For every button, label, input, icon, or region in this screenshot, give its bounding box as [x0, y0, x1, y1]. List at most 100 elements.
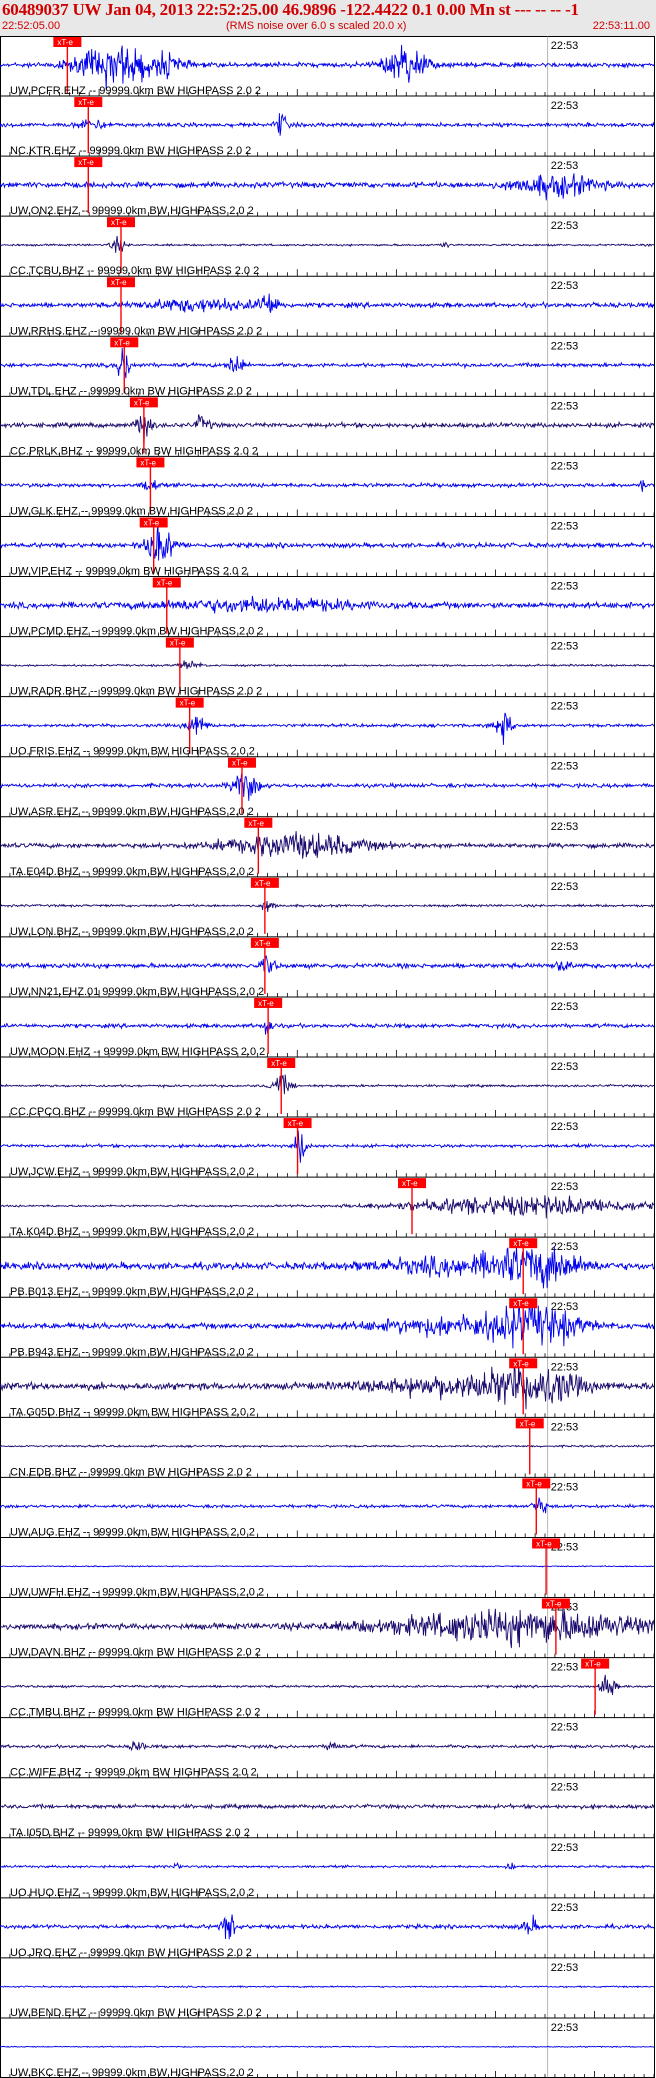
trace-row-19: 22:53 xT-e TA.K04D.BHZ -- 99999.0km BW HIG… [0, 1178, 655, 1238]
waveform-trace [0, 900, 654, 912]
station-label: UW.PCFR.EHZ -- 99999.0km BW HIGHPASS 2.0… [10, 85, 261, 97]
trace-row-1: 22:53 xT-e NC.KTR.EHZ -- 99999.0km BW HIGH… [0, 97, 655, 157]
waveform-trace [0, 293, 655, 313]
trace-row-12: 22:53 xT-e UW.ASR.EHZ -- 99999.0km BW HIGH… [0, 757, 655, 818]
pick-label: xT-e [111, 218, 127, 227]
trace-row-4: 22:53 xT-e UW.RRHS.EHZ -- 99999.0km BW HIG… [0, 277, 655, 337]
pick-label: xT-e [520, 1419, 536, 1428]
rms-subtitle: (RMS noise over 6.0 s scaled 20.0 x) [226, 20, 407, 32]
station-label: UW.TDL.EHZ -- 99999.0km BW HIGHPASS 2.0 … [10, 385, 252, 397]
trace-row-5: 22:53 xT-e UW.TDL.EHZ -- 99999.0km BW HIGH… [0, 337, 655, 397]
station-label: UW.RADR.BHZ -- 99999.0km BW HIGHPASS 2.0… [10, 686, 262, 698]
station-label: UW.DAVN.BHZ -- 99999.0km BW HIGHPASS 2.0… [10, 1647, 261, 1659]
trace-row-27: 22:53 xT-e CC.TMBU.BHZ -- 99999.0km BW HIG… [0, 1658, 655, 1719]
minute-label: 22:53 [551, 1842, 579, 1854]
waveform-trace [0, 173, 655, 201]
waveform-trace [0, 414, 655, 448]
station-label: UW.LON.BHZ -- 99999.0km BW HIGHPASS 2.0 … [10, 926, 254, 938]
station-label: PB.B013.EHZ -- 99999.0km BW HIGHPASS 2.0… [10, 1286, 254, 1298]
pick-label: xT-e [248, 819, 264, 828]
minute-label: 22:53 [551, 761, 579, 773]
station-label: UW.ON2.EHZ -- 99999.0km BW HIGHPASS 2.0 … [10, 205, 254, 217]
trace-row-23: 22:53 xT-e CN.EDB.BHZ -- 99999.0km BW HIGH… [0, 1418, 655, 1478]
minute-label: 22:53 [551, 641, 579, 653]
minute-label: 22:53 [551, 460, 579, 472]
trace-row-14: 22:53 xT-e UW.LON.BHZ -- 99999.0km BW HIGH… [0, 877, 655, 938]
pick-label: xT-e [57, 38, 73, 47]
pick-label: xT-e [585, 1660, 601, 1669]
station-label: UO.FRIS.EHZ -- 99999.0km BW HIGHPASS 2.0… [10, 746, 255, 758]
station-label: TA.E04D.BHZ -- 99999.0km BW HIGHPASS 2.0… [10, 866, 254, 878]
station-label: UW.VIP.EHZ -- 99999.0km BW HIGHPASS 2.0 … [10, 566, 247, 578]
waveform-trace [0, 113, 655, 136]
minute-label: 22:53 [551, 400, 579, 412]
minute-label: 22:53 [551, 1782, 579, 1794]
waveform-trace [0, 347, 655, 379]
pick-label: xT-e [157, 579, 173, 588]
waveform-trace [0, 1564, 655, 1568]
trace-row-9: 22:53 xT-e UW.PCMD.EHZ -- 99999.0km BW HIG… [0, 577, 655, 638]
waveform-trace [0, 831, 655, 859]
station-label: NC.KTR.EHZ -- 99999.0km BW HIGHPASS 2.0 … [10, 145, 251, 157]
pick-label: xT-e [513, 1299, 529, 1308]
minute-label: 22:53 [551, 821, 579, 833]
station-label: UW.UWFH.EHZ -- 99999.0km BW HIGHPASS 2.0… [10, 1587, 264, 1599]
waveform-trace [0, 660, 655, 670]
pick-label: xT-e [513, 1359, 529, 1368]
station-label: UW.GLK.EHZ -- 99999.0km BW HIGHPASS 2.0 … [10, 505, 253, 517]
minute-label: 22:53 [551, 1722, 579, 1734]
trace-row-15: 22:53 xT-e UW.NN21.EHZ.01 99999.0km BW HIG… [0, 937, 655, 998]
minute-label: 22:53 [551, 701, 579, 713]
waveform-trace [0, 1861, 655, 1870]
minute-label: 22:53 [551, 1121, 579, 1133]
trace-row-3: 22:53 xT-e CC.TCBU.BHZ -- 99999.0km BW HIG… [0, 217, 655, 277]
pick-label: xT-e [134, 398, 150, 407]
station-label: UW.MOON.EHZ -- 99999.0km BW HIGHPASS 2.0… [10, 1046, 265, 1058]
trace-row-26: 22:53xT-eUW.DAVN.BHZ -- 99999.0km BW HIG… [0, 1598, 655, 1659]
header-bar: 60489037 UW Jan 04, 2013 22:52:25.00 46.… [0, 0, 656, 36]
trace-row-21: 22:53xT-ePB.B943.EHZ -- 99999.0km BW HIG… [0, 1298, 655, 1358]
trace-row-28: 22:53 CC.WIFE.BHZ -- 99999.0km BW HIGHPAS… [0, 1722, 655, 1779]
station-label: UW.BEND.EHZ -- 99999.0km BW HIGHPASS 2.0… [10, 2007, 262, 2019]
minute-label: 22:53 [551, 280, 579, 292]
trace-row-20: 22:53xT-ePB.B013.EHZ -- 99999.0km BW HIG… [0, 1238, 655, 1298]
station-label: CC.WIFE.BHZ -- 99999.0km BW HIGHPASS 2.0… [10, 1767, 257, 1779]
waveform-trace [0, 1674, 655, 1696]
seismogram-plot: 22:53xT-eUW.PCFR.EHZ -- 99999.0km BW HIG… [0, 36, 655, 2078]
trace-row-11: 22:53 xT-e UO.FRIS.EHZ -- 99999.0km BW HIG… [0, 697, 655, 758]
waveform-trace [0, 1741, 655, 1752]
minute-label: 22:53 [551, 1662, 579, 1674]
station-label: UW.RRHS.EHZ -- 99999.0km BW HIGHPASS 2.0… [10, 325, 262, 337]
waveform-trace [0, 235, 655, 253]
minute-label: 22:53 [551, 100, 579, 112]
trace-row-8: 22:53 xT-e UW.VIP.EHZ -- 99999.0km BW HIGH… [0, 517, 655, 578]
minute-label: 22:53 [551, 941, 579, 953]
station-label: UW.BKC.EHZ -- 99999.0km BW HIGHPASS 2.0 … [10, 2067, 254, 2078]
end-time: 22:53:11.00 [592, 20, 650, 32]
station-label: CC.TMBU.BHZ -- 99999.0km BW HIGHPASS 2.0… [10, 1707, 260, 1719]
trace-row-30: 22:53 UO.HUO.EHZ -- 99999.0km BW HIGHPASS… [0, 1842, 655, 1899]
waveform-trace [0, 1802, 655, 1811]
station-label: UW.AUG.EHZ -- 99999.0km BW HIGHPASS 2.0 … [10, 1526, 255, 1538]
station-label: UW.PCMD.EHZ -- 99999.0km BW HIGHPASS 2.0… [10, 626, 263, 638]
station-label: CC.PRLK.BHZ -- 99999.0km BW HIGHPASS 2.0… [10, 445, 258, 457]
pick-label: xT-e [255, 939, 271, 948]
station-label: CN.EDB.BHZ -- 99999.0km BW HIGHPASS 2.0 … [10, 1466, 252, 1478]
pick-label: xT-e [114, 338, 130, 347]
waveform-trace [0, 2045, 655, 2049]
trace-row-18: 22:53 xT-e UW.JCW.EHZ -- 99999.0km BW HIGH… [0, 1118, 655, 1178]
waveform-trace [0, 1195, 655, 1219]
station-label: TA.K04D.BHZ -- 99999.0km BW HIGHPASS 2.0… [10, 1226, 254, 1238]
pick-label: xT-e [513, 1239, 529, 1248]
minute-label: 22:53 [551, 1181, 579, 1193]
trace-row-6: 22:53 xT-e CC.PRLK.BHZ -- 99999.0km BW HIG… [0, 397, 655, 457]
minute-label: 22:53 [551, 220, 579, 232]
waveform-trace [0, 1130, 655, 1163]
minute-label: 22:53 [551, 581, 579, 593]
minute-label: 22:53 [551, 1061, 579, 1073]
waveform-trace [0, 1074, 655, 1095]
pick-label: xT-e [78, 98, 94, 107]
waveform-trace [0, 1914, 655, 1940]
pick-label: xT-e [402, 1179, 418, 1188]
station-label: PB.B943.EHZ -- 99999.0km BW HIGHPASS 2.0… [10, 1346, 254, 1358]
